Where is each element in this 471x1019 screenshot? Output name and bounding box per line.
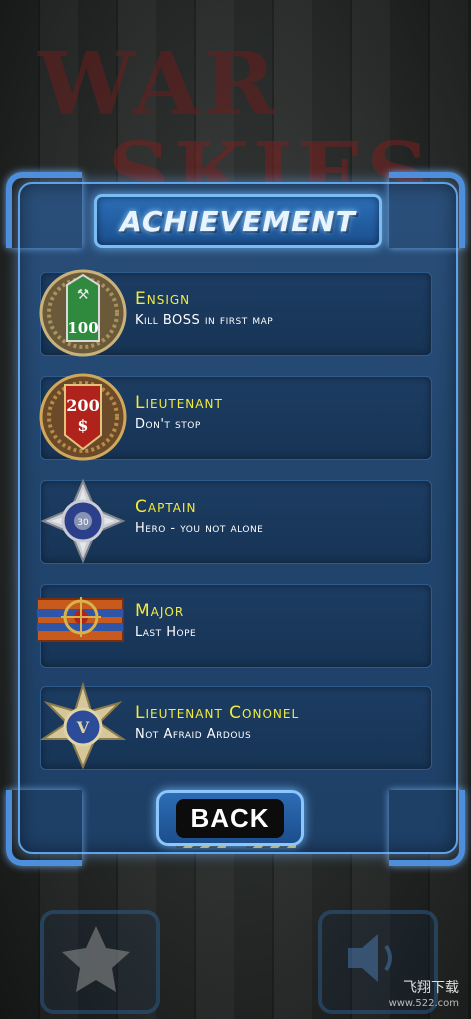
achievement-name: Lieutenant: [135, 393, 223, 413]
lieutenant-medal-icon: 200 $: [39, 373, 127, 461]
achievement-row-lieutenant: 200 $ Lieutenant Don't stop: [39, 373, 432, 461]
ensign-badge-number: 100: [67, 319, 98, 337]
achievement-description: Kill BOSS in first map: [135, 313, 274, 328]
achievement-row-lieutenant-cononel: V Lieutenant Cononel Not Afraid Ardous: [39, 681, 432, 770]
panel-corner-bottom-left: [6, 790, 82, 866]
svg-text:V: V: [76, 718, 90, 737]
achievement-description: Not Afraid Ardous: [135, 727, 252, 742]
watermark: 飞翔下载 www.522.com: [389, 981, 459, 1011]
panel-corner-top-right: [389, 172, 465, 248]
panel-title-plate: ACHIEVEMENT: [94, 194, 382, 248]
svg-text:$: $: [77, 416, 88, 435]
achievement-row-captain: 30 Captain Hero - you not alone: [40, 478, 432, 564]
achievement-name: Captain: [135, 497, 197, 517]
rank-button[interactable]: [40, 910, 160, 1014]
watermark-brand: 飞翔下载: [403, 980, 459, 996]
captain-medal-icon: 30: [40, 478, 126, 564]
panel-corner-top-left: [6, 172, 82, 248]
achievement-row-major: Major Last Hope: [37, 584, 432, 668]
panel-title: ACHIEVEMENT: [120, 204, 356, 238]
back-button-label: BACK: [176, 798, 284, 838]
major-medal-icon: [37, 597, 124, 642]
achievement-row-ensign: ⚒ 100 Ensign Kill BOSS in first map: [39, 269, 432, 357]
svg-text:⚒: ⚒: [77, 287, 90, 303]
logo-line-1: WAR: [38, 34, 280, 135]
achievement-description: Hero - you not alone: [135, 521, 264, 536]
svg-text:30: 30: [77, 518, 89, 528]
ensign-medal-icon: ⚒ 100: [39, 269, 127, 357]
achievement-description: Don't stop: [135, 417, 201, 432]
rank-medal-icon: [62, 926, 130, 992]
achievement-name: Ensign: [135, 289, 191, 309]
svg-text:200: 200: [66, 396, 99, 415]
back-button[interactable]: BACK: [156, 790, 304, 846]
achievement-name: Major: [135, 601, 185, 621]
achievement-name: Lieutenant Cononel: [135, 703, 300, 723]
lieutenant-cononel-medal-icon: V: [39, 681, 127, 770]
achievement-description: Last Hope: [135, 625, 197, 640]
watermark-site: www.522.com: [388, 998, 459, 1009]
panel-corner-bottom-right: [389, 790, 465, 866]
